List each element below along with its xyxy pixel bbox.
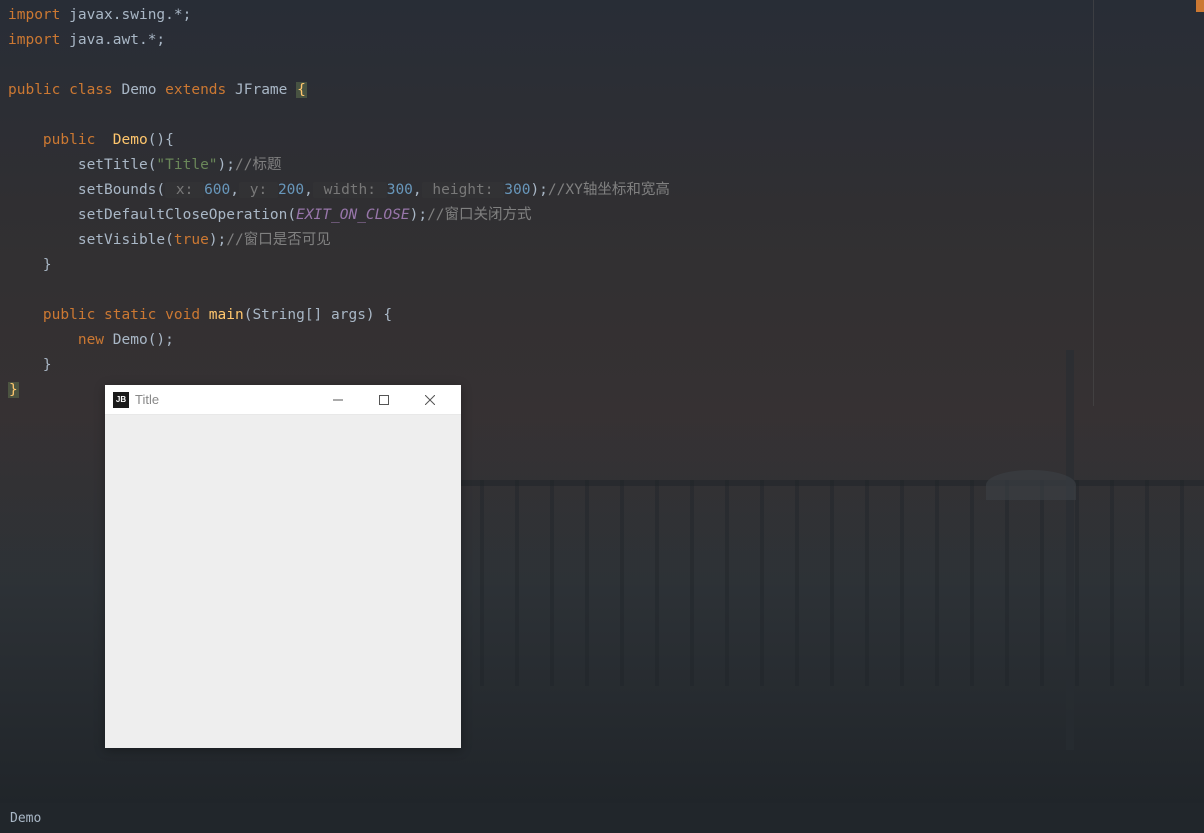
code-editor[interactable]: import javax.swing.*; import java.awt.*;…	[0, 0, 1094, 406]
error-stripe-marker[interactable]	[1196, 0, 1204, 12]
code-line-15[interactable]: }	[8, 353, 1085, 378]
minimize-button[interactable]	[315, 385, 361, 415]
maximize-button[interactable]	[361, 385, 407, 415]
window-title-text: Title	[135, 392, 315, 407]
code-line-11[interactable]: }	[8, 253, 1085, 278]
code-line-2[interactable]: import java.awt.*;	[8, 28, 1085, 53]
streetlight-decoration	[1066, 350, 1074, 750]
window-controls	[315, 385, 453, 415]
code-line-8[interactable]: setBounds( x: 600, y: 200, width: 300, h…	[8, 178, 1085, 203]
code-line-6[interactable]: public Demo(){	[8, 128, 1085, 153]
code-line-12[interactable]	[8, 278, 1085, 303]
code-line-13[interactable]: public static void main(String[] args) {	[8, 303, 1085, 328]
code-line-7[interactable]: setTitle("Title");//标题	[8, 153, 1085, 178]
maximize-icon	[379, 395, 389, 405]
breadcrumb-bar[interactable]: Demo	[0, 803, 1204, 833]
code-line-14[interactable]: new Demo();	[8, 328, 1085, 353]
code-line-3[interactable]	[8, 53, 1085, 78]
code-line-1[interactable]: import javax.swing.*;	[8, 3, 1085, 28]
code-line-5[interactable]	[8, 103, 1085, 128]
code-line-9[interactable]: setDefaultCloseOperation(EXIT_ON_CLOSE);…	[8, 203, 1085, 228]
code-line-4[interactable]: public class Demo extends JFrame {	[8, 78, 1085, 103]
close-button[interactable]	[407, 385, 453, 415]
window-titlebar[interactable]: JB Title	[105, 385, 461, 415]
minimize-icon	[333, 395, 343, 405]
close-icon	[425, 395, 435, 405]
breadcrumb-item[interactable]: Demo	[10, 811, 41, 826]
jb-icon: JB	[113, 392, 129, 408]
code-line-10[interactable]: setVisible(true);//窗口是否可见	[8, 228, 1085, 253]
swing-demo-window[interactable]: JB Title	[105, 385, 461, 748]
